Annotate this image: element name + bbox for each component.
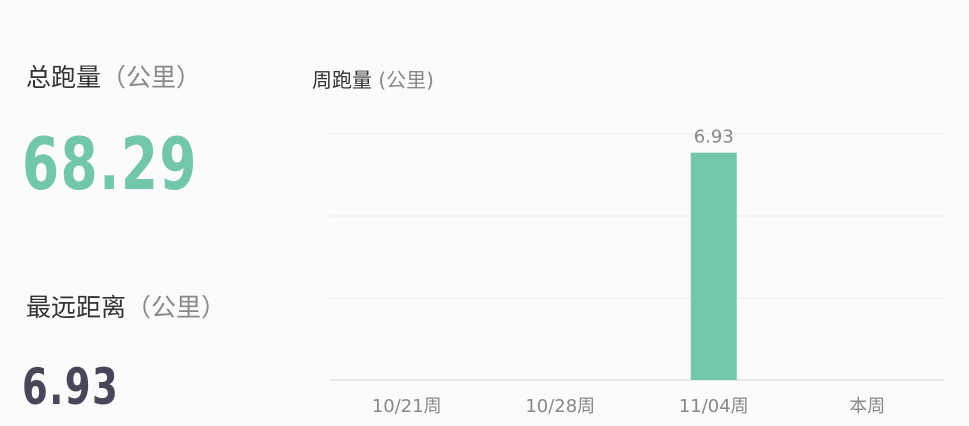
bar-value-label: 6.93 [694,127,734,148]
x-tick-label: 11/04周 [679,396,749,417]
bar-2[interactable] [690,152,737,380]
x-tick-label: 本周 [849,396,885,417]
x-tick-label: 10/28周 [525,396,595,417]
weekly-distance-chart: 10/21周 10/28周 6.93 11/04周 本周 [330,127,944,417]
x-tick-label: 10/21周 [372,396,442,417]
